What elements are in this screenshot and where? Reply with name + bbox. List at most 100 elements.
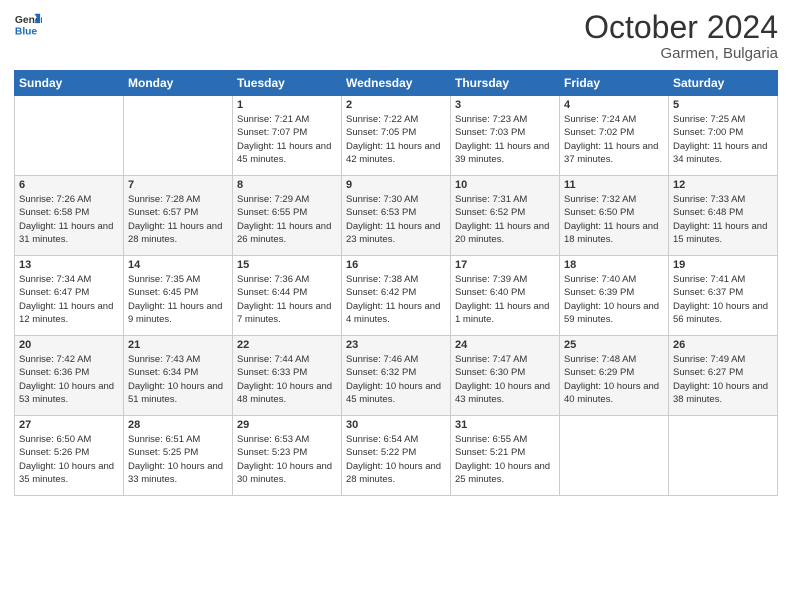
- day-number: 28: [128, 419, 228, 431]
- sunrise-text: Sunrise: 7:35 AM: [128, 274, 200, 285]
- col-friday: Friday: [560, 71, 669, 96]
- table-row: 6 Sunrise: 7:26 AM Sunset: 6:58 PM Daylight…: [15, 176, 124, 256]
- day-number: 17: [455, 259, 555, 271]
- sunset-text: Sunset: 6:32 PM: [346, 367, 416, 378]
- day-number: 26: [673, 339, 773, 351]
- month-title: October 2024: [584, 10, 778, 45]
- cell-content: Sunrise: 7:22 AM Sunset: 7:05 PM Daylight:…: [346, 113, 446, 166]
- day-number: 22: [237, 339, 337, 351]
- sunrise-text: Sunrise: 7:42 AM: [19, 354, 91, 365]
- col-sunday: Sunday: [15, 71, 124, 96]
- cell-content: Sunrise: 7:33 AMSunset: 6:48 PMDaylight:…: [673, 193, 773, 246]
- table-row: 3Sunrise: 7:23 AMSunset: 7:03 PMDaylight…: [451, 96, 560, 176]
- table-row: 28Sunrise: 6:51 AMSunset: 5:25 PMDayligh…: [124, 416, 233, 496]
- sunrise-text: Sunrise: 7:32 AM: [564, 194, 636, 205]
- daylight-text: Daylight: 10 hours and 33 minutes.: [128, 461, 223, 485]
- sunset-text: Sunset: 6:27 PM: [673, 367, 743, 378]
- sunrise-text: Sunrise: 7:28 AM: [128, 194, 200, 205]
- sunrise-text: Sunrise: 7:26 AM: [19, 194, 91, 205]
- sunset-text: Sunset: 6:37 PM: [673, 287, 743, 298]
- sunset-text: Sunset: 7:03 PM: [455, 127, 525, 138]
- sunset-text: Sunset: 7:05 PM: [346, 127, 416, 138]
- day-number: 25: [564, 339, 664, 351]
- sunset-text: Sunset: 5:22 PM: [346, 447, 416, 458]
- col-thursday: Thursday: [451, 71, 560, 96]
- day-number: 11: [564, 179, 664, 191]
- sunset-text: Sunset: 6:58 PM: [19, 207, 89, 218]
- sunset-text: Sunset: 6:36 PM: [19, 367, 89, 378]
- daylight-text: Daylight: 11 hours and 20 minutes.: [455, 221, 549, 245]
- page-header: General Blue October 2024 Garmen, Bulgar…: [14, 10, 778, 62]
- table-row: 7Sunrise: 7:28 AMSunset: 6:57 PMDaylight…: [124, 176, 233, 256]
- day-number: 6: [19, 179, 119, 191]
- sunrise-text: Sunrise: 7:23 AM: [455, 114, 527, 125]
- col-wednesday: Wednesday: [342, 71, 451, 96]
- col-monday: Monday: [124, 71, 233, 96]
- sunrise-text: Sunrise: 7:24 AM: [564, 114, 636, 125]
- daylight-text: Daylight: 10 hours and 38 minutes.: [673, 381, 768, 405]
- table-row: 9Sunrise: 7:30 AMSunset: 6:53 PMDaylight…: [342, 176, 451, 256]
- sunrise-text: Sunrise: 7:33 AM: [673, 194, 745, 205]
- sunset-text: Sunset: 6:40 PM: [455, 287, 525, 298]
- table-row: 13 Sunrise: 7:34 AMSunset: 6:47 PMDayligh…: [15, 256, 124, 336]
- daylight-text: Daylight: 10 hours and 25 minutes.: [455, 461, 550, 485]
- daylight-text: Daylight: 11 hours and 26 minutes.: [237, 221, 331, 245]
- day-number: 13: [19, 259, 119, 271]
- table-row: 20 Sunrise: 7:42 AM Sunset: 6:36 PM Dayligh…: [15, 336, 124, 416]
- sunset-text: Sunset: 5:25 PM: [128, 447, 198, 458]
- daylight-text: Daylight: 10 hours and 51 minutes.: [128, 381, 223, 405]
- daylight-text: Daylight: 11 hours and 42 minutes.: [346, 141, 440, 165]
- daylight-text: Daylight: 10 hours and 59 minutes.: [564, 301, 659, 325]
- daylight-text: Daylight: 11 hours and 18 minutes.: [564, 221, 658, 245]
- sunset-text: Sunset: 6:57 PM: [128, 207, 198, 218]
- day-number: 30: [346, 419, 446, 431]
- daylight-text: Daylight: 10 hours and 53 minutes.: [19, 381, 114, 405]
- sunset-text: Sunset: 6:33 PM: [237, 367, 307, 378]
- sunset-text: Sunset: 6:52 PM: [455, 207, 525, 218]
- cell-content: Sunrise: 7:28 AMSunset: 6:57 PMDaylight:…: [128, 193, 228, 246]
- sunrise-text: Sunrise: 7:39 AM: [455, 274, 527, 285]
- table-row: 29Sunrise: 6:53 AMSunset: 5:23 PMDayligh…: [233, 416, 342, 496]
- calendar-row: 27Sunrise: 6:50 AMSunset: 5:26 PMDayligh…: [15, 416, 778, 496]
- calendar-row: 1Sunrise: 7:21 AMSunset: 7:07 PMDaylight…: [15, 96, 778, 176]
- calendar-row: 6 Sunrise: 7:26 AM Sunset: 6:58 PM Daylight…: [15, 176, 778, 256]
- sunrise-text: Sunrise: 7:21 AM: [237, 114, 309, 125]
- table-row: [124, 96, 233, 176]
- sunset-text: Sunset: 5:23 PM: [237, 447, 307, 458]
- day-number: 2: [346, 99, 446, 111]
- logo-icon: General Blue: [14, 10, 42, 38]
- header-row: Sunday Monday Tuesday Wednesday Thursday…: [15, 71, 778, 96]
- sunrise-text: Sunrise: 7:31 AM: [455, 194, 527, 205]
- sunrise-text: Sunrise: 7:47 AM: [455, 354, 527, 365]
- calendar-row: 13 Sunrise: 7:34 AMSunset: 6:47 PMDayligh…: [15, 256, 778, 336]
- day-number: 19: [673, 259, 773, 271]
- table-row: 30Sunrise: 6:54 AMSunset: 5:22 PMDayligh…: [342, 416, 451, 496]
- day-number: 15: [237, 259, 337, 271]
- svg-text:Blue: Blue: [15, 26, 38, 37]
- table-row: [560, 416, 669, 496]
- cell-content: Sunrise: 7:34 AMSunset: 6:47 PMDaylight:…: [19, 273, 119, 326]
- cell-content: Sunrise: 7:29 AMSunset: 6:55 PMDaylight:…: [237, 193, 337, 246]
- cell-content: Sunrise: 7:41 AM Sunset: 6:37 PM Daylight:…: [673, 273, 773, 326]
- table-row: 1Sunrise: 7:21 AMSunset: 7:07 PMDaylight…: [233, 96, 342, 176]
- daylight-text: Daylight: 11 hours and 15 minutes.: [673, 221, 767, 245]
- sunset-text: Sunset: 7:02 PM: [564, 127, 634, 138]
- sunrise-text: Sunrise: 7:48 AM: [564, 354, 636, 365]
- logo: General Blue: [14, 10, 42, 38]
- daylight-text: Daylight: 10 hours and 56 minutes.: [673, 301, 768, 325]
- day-number: 20: [19, 339, 119, 351]
- sunset-text: Sunset: 7:07 PM: [237, 127, 307, 138]
- daylight-text: Daylight: 11 hours and 31 minutes.: [19, 221, 113, 245]
- cell-content: Sunrise: 7:32 AMSunset: 6:50 PMDaylight:…: [564, 193, 664, 246]
- col-tuesday: Tuesday: [233, 71, 342, 96]
- sunrise-text: Sunrise: 6:54 AM: [346, 434, 418, 445]
- sunrise-text: Sunrise: 7:41 AM: [673, 274, 745, 285]
- sunrise-text: Sunrise: 7:22 AM: [346, 114, 418, 125]
- table-row: 5Sunrise: 7:25 AMSunset: 7:00 PMDaylight…: [669, 96, 778, 176]
- daylight-text: Daylight: 11 hours and 37 minutes.: [564, 141, 658, 165]
- day-number: 3: [455, 99, 555, 111]
- cell-content: Sunrise: 7:24 AM Sunset: 7:02 PM Daylight:…: [564, 113, 664, 166]
- cell-content: Sunrise: 7:44 AMSunset: 6:33 PMDaylight:…: [237, 353, 337, 406]
- table-row: 19 Sunrise: 7:41 AM Sunset: 6:37 PM Dayligh…: [669, 256, 778, 336]
- day-number: 7: [128, 179, 228, 191]
